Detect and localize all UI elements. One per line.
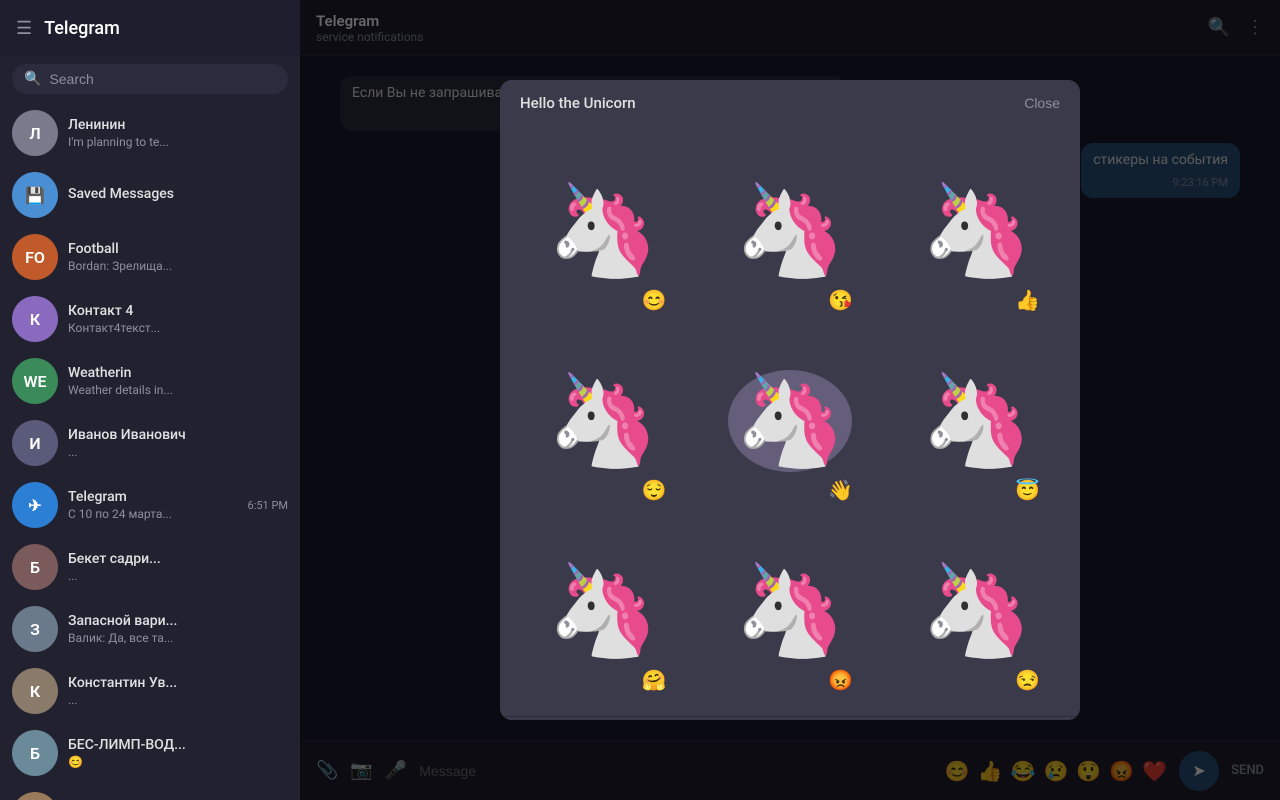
reaction-emoji-4: 😌 [642, 478, 667, 502]
sticker-cell-1[interactable]: 🦄 😊 [510, 136, 697, 326]
avatar: З [12, 606, 58, 652]
sidebar: ☰ Telegram 🔍 Л Ленинин I'm planning to te.… [0, 0, 300, 800]
avatar: FO [12, 234, 58, 280]
chat-meta: 6:51 PM [248, 499, 288, 512]
chat-preview: Weather details in... [68, 383, 278, 397]
chat-item[interactable]: ✈ Telegram С 10 по 24 марта... 6:51 PM [0, 474, 300, 536]
chat-name: Saved Messages [68, 186, 278, 202]
sidebar-header: ☰ Telegram [0, 0, 300, 56]
chat-name: Ленинин [68, 117, 278, 133]
reaction-emoji-6: 😇 [1015, 478, 1040, 502]
chat-item[interactable]: BBTC 120m... [0, 784, 300, 800]
chat-item[interactable]: Б Бекет садри...... [0, 536, 300, 598]
chat-info: БЕС-ЛИМП-ВОД... 😊 [68, 737, 278, 769]
avatar: Б [12, 544, 58, 590]
modal-header: Hello the Unicorn Close [500, 80, 1080, 126]
chat-info: Иванов Иванович... [68, 427, 278, 459]
avatar: B [12, 792, 58, 800]
chat-preview: ... [68, 445, 278, 459]
reaction-emoji-3: 👍 [1015, 288, 1040, 312]
chat-info: Запасной вари... Валик: Да, все та... [68, 613, 278, 645]
avatar: Л [12, 110, 58, 156]
reaction-emoji-2: 😘 [828, 288, 853, 312]
avatar: 💾 [12, 172, 58, 218]
search-input-wrap[interactable]: 🔍 [12, 64, 288, 94]
chat-item[interactable]: Б БЕС-ЛИМП-ВОД... 😊 [0, 722, 300, 784]
avatar: К [12, 296, 58, 342]
app-container: ☰ Telegram 🔍 Л Ленинин I'm planning to te.… [0, 0, 1280, 800]
main-chat: Telegram service notifications 🔍 ⋮ Если … [300, 0, 1280, 800]
chat-time: 6:51 PM [248, 499, 288, 512]
chat-preview: 😊 [68, 755, 278, 769]
chat-preview: I'm planning to te... [68, 135, 278, 149]
chat-name: Иванов Иванович [68, 427, 278, 443]
chat-item[interactable]: И Иванов Иванович... [0, 412, 300, 474]
reaction-emoji-1: 😊 [642, 288, 667, 312]
sticker-cell-3[interactable]: 🦄 👍 [883, 136, 1070, 326]
chat-preview: С 10 по 24 марта... [68, 507, 238, 521]
hamburger-icon[interactable]: ☰ [16, 18, 32, 39]
chat-name: БЕС-ЛИМП-ВОД... [68, 737, 278, 753]
chat-name: Football [68, 241, 278, 257]
chat-preview: Bordan: Зрелища... [68, 259, 278, 273]
chat-info: Бекет садри...... [68, 551, 278, 583]
chat-name: Бекет садри... [68, 551, 278, 567]
search-icon: 🔍 [24, 71, 41, 87]
chat-preview: ... [68, 693, 278, 707]
modal-title: Hello the Unicorn [520, 94, 636, 112]
sticker-cell-7[interactable]: 🦄 🤗 [510, 516, 697, 706]
sticker-cell-5[interactable]: 🦄 👋 [697, 326, 884, 516]
chat-info: Football Bordan: Зрелища... [68, 241, 278, 273]
chat-info: Константин Ув...... [68, 675, 278, 707]
reaction-emoji-7: 🤗 [642, 668, 667, 692]
app-title: Telegram [44, 18, 120, 39]
chat-name: Контакт 4 [68, 303, 278, 319]
close-button[interactable]: Close [1024, 95, 1060, 111]
chat-item[interactable]: К Константин Ув...... [0, 660, 300, 722]
chat-list: Л Ленинин I'm planning to te... 💾 Saved Mess… [0, 102, 300, 800]
chat-name: Запасной вари... [68, 613, 278, 629]
avatar: WE [12, 358, 58, 404]
chat-preview: Контакт4текст... [68, 321, 278, 335]
chat-item[interactable]: FO Football Bordan: Зрелища... [0, 226, 300, 288]
avatar: И [12, 420, 58, 466]
avatar: Б [12, 730, 58, 776]
chat-item[interactable]: WE Weatherin Weather details in... [0, 350, 300, 412]
sticker-grid: 🦄 😊 🦄 😘 🦄 👍 [500, 126, 1080, 716]
chat-info: Контакт 4 Контакт4текст... [68, 303, 278, 335]
sticker-cell-8[interactable]: 🦄 😡 [697, 516, 884, 706]
reaction-emoji-5: 👋 [828, 478, 853, 502]
chat-info: Saved Messages [68, 186, 278, 204]
avatar: ✈ [12, 482, 58, 528]
chat-item[interactable]: К Контакт 4 Контакт4текст... [0, 288, 300, 350]
modal-footer: SHARE REMOVE STICKERS [500, 716, 1080, 720]
reaction-emoji-9: 😒 [1015, 668, 1040, 692]
sticker-cell-2[interactable]: 🦄 😘 [697, 136, 884, 326]
chat-info: Weatherin Weather details in... [68, 365, 278, 397]
chat-name: Weatherin [68, 365, 278, 381]
chat-preview: ... [68, 569, 278, 583]
chat-item[interactable]: З Запасной вари... Валик: Да, все та... [0, 598, 300, 660]
avatar: К [12, 668, 58, 714]
chat-info: Ленинин I'm planning to te... [68, 117, 278, 149]
search-bar: 🔍 [0, 56, 300, 102]
sticker-cell-9[interactable]: 🦄 😒 [883, 516, 1070, 706]
modal-overlay[interactable]: Hello the Unicorn Close 🦄 😊 🦄 [300, 0, 1280, 800]
chat-preview: Валик: Да, все та... [68, 631, 278, 645]
reaction-emoji-8: 😡 [828, 668, 853, 692]
chat-name: Константин Ув... [68, 675, 278, 691]
search-input[interactable] [49, 71, 276, 87]
chat-info: Telegram С 10 по 24 марта... [68, 489, 238, 521]
chat-name: Telegram [68, 489, 238, 505]
sticker-cell-4[interactable]: 🦄 😌 [510, 326, 697, 516]
sticker-modal: Hello the Unicorn Close 🦄 😊 🦄 [500, 80, 1080, 720]
sticker-cell-6[interactable]: 🦄 😇 [883, 326, 1070, 516]
chat-item[interactable]: Л Ленинин I'm planning to te... [0, 102, 300, 164]
chat-item[interactable]: 💾 Saved Messages [0, 164, 300, 226]
